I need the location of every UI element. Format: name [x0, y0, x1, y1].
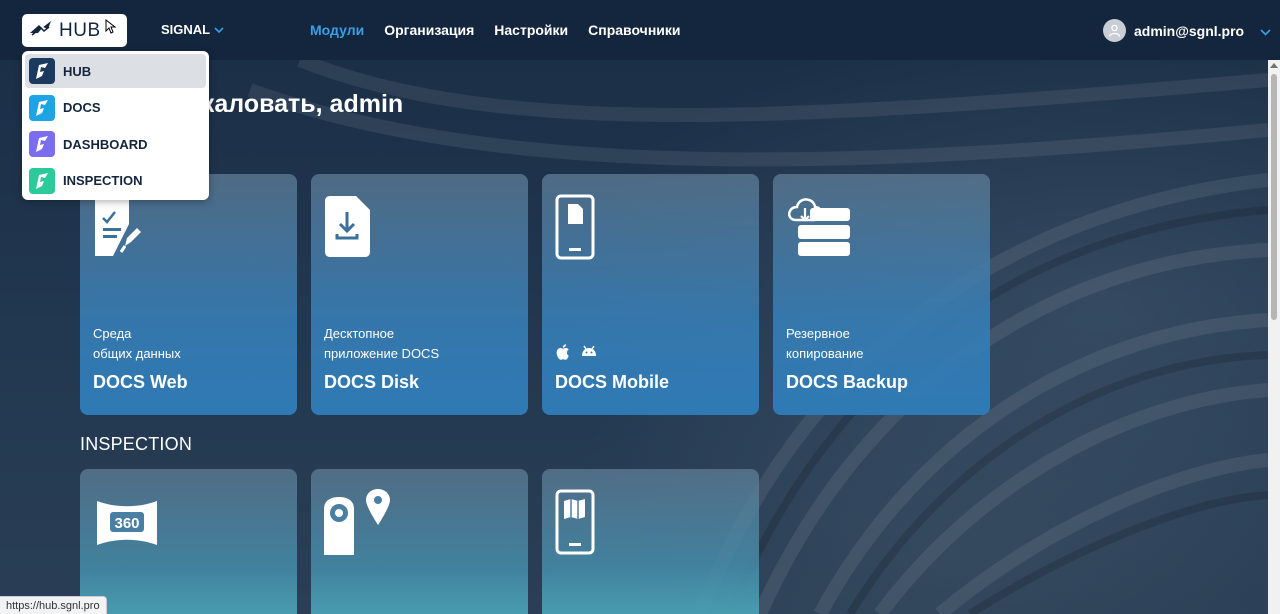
card-docs-backup[interactable]: Резервное копирование DOCS Backup: [773, 174, 990, 415]
card-title: DOCS Web: [93, 372, 188, 392]
link-status-bar: https://hub.sgnl.pro: [0, 596, 107, 614]
docs-app-icon: [29, 94, 55, 121]
card-docs-web[interactable]: Среда общих данных DOCS Web: [80, 174, 297, 415]
panorama-360-icon: 360: [96, 497, 158, 554]
card-title: DOCS Disk: [324, 372, 420, 392]
menu-item-label: DASHBOARD: [63, 136, 148, 152]
download-file-icon: [324, 194, 372, 265]
camera-location-icon: [324, 489, 392, 562]
card-subtitle: Десктопное приложение DOCS: [324, 326, 440, 361]
menu-item-inspection[interactable]: INSPECTION: [25, 164, 206, 198]
menu-item-label: HUB: [63, 63, 92, 79]
app-switcher-menu: HUB DOCS DASHBOARD INSPECTION: [22, 51, 209, 200]
card-subtitle: Резервное копирование: [786, 326, 864, 361]
hub-logo-icon: [29, 19, 53, 42]
card-docs-disk[interactable]: Десктопное приложение DOCS DOCS Disk: [311, 174, 528, 415]
chevron-down-icon: [214, 22, 224, 37]
hub-app-icon: [29, 58, 55, 84]
card-inspection-mobile[interactable]: [542, 469, 759, 614]
chevron-down-icon: [1260, 23, 1271, 39]
platform-icons: [556, 344, 598, 365]
card-docs-mobile[interactable]: DOCS Mobile: [542, 174, 759, 415]
menu-item-label: INSPECTION: [63, 173, 143, 188]
card-title: DOCS Mobile: [555, 372, 670, 392]
nav-settings[interactable]: Настройки: [494, 22, 568, 38]
user-email: admin@sgnl.pro: [1134, 22, 1245, 39]
cloud-backup-icon: [786, 196, 852, 265]
dashboard-app-icon: [29, 131, 55, 157]
menu-item-docs[interactable]: DOCS: [25, 91, 206, 125]
menu-item-label: DOCS: [63, 100, 101, 115]
menu-item-dashboard[interactable]: DASHBOARD: [25, 127, 206, 161]
scroll-up-icon[interactable]: [1270, 63, 1278, 68]
section-title-inspection: INSPECTION: [80, 434, 193, 454]
organization-label: SIGNAL: [161, 22, 211, 37]
nav-directories[interactable]: Справочники: [588, 22, 680, 38]
scrollbar-thumb[interactable]: [1271, 74, 1277, 320]
mouse-cursor-icon: [105, 18, 117, 40]
app-switcher-button[interactable]: HUB: [22, 14, 127, 47]
card-subtitle: Среда общих данных: [93, 326, 181, 361]
document-edit-icon: [93, 194, 145, 267]
app-switcher-label: HUB: [59, 19, 101, 41]
android-icon: [580, 344, 598, 365]
apple-icon: [556, 344, 570, 365]
card-title: DOCS Backup: [786, 372, 909, 392]
inspection-app-icon: [29, 167, 55, 194]
organization-selector[interactable]: SIGNAL: [161, 22, 224, 37]
card-inspection-photo[interactable]: [311, 469, 528, 614]
svg-text:360: 360: [114, 515, 139, 532]
nav-organization[interactable]: Организация: [384, 22, 474, 38]
mobile-document-icon: [555, 194, 597, 267]
avatar: [1103, 19, 1126, 42]
card-inspection-360[interactable]: 360: [80, 469, 297, 614]
mobile-map-icon: [555, 489, 597, 562]
menu-item-hub[interactable]: HUB: [25, 54, 206, 88]
main-nav: Модули Организация Настройки Справочники: [310, 22, 681, 38]
page-scrollbar[interactable]: [1268, 60, 1280, 614]
nav-modules[interactable]: Модули: [310, 22, 364, 38]
user-menu[interactable]: admin@sgnl.pro: [1103, 19, 1271, 42]
